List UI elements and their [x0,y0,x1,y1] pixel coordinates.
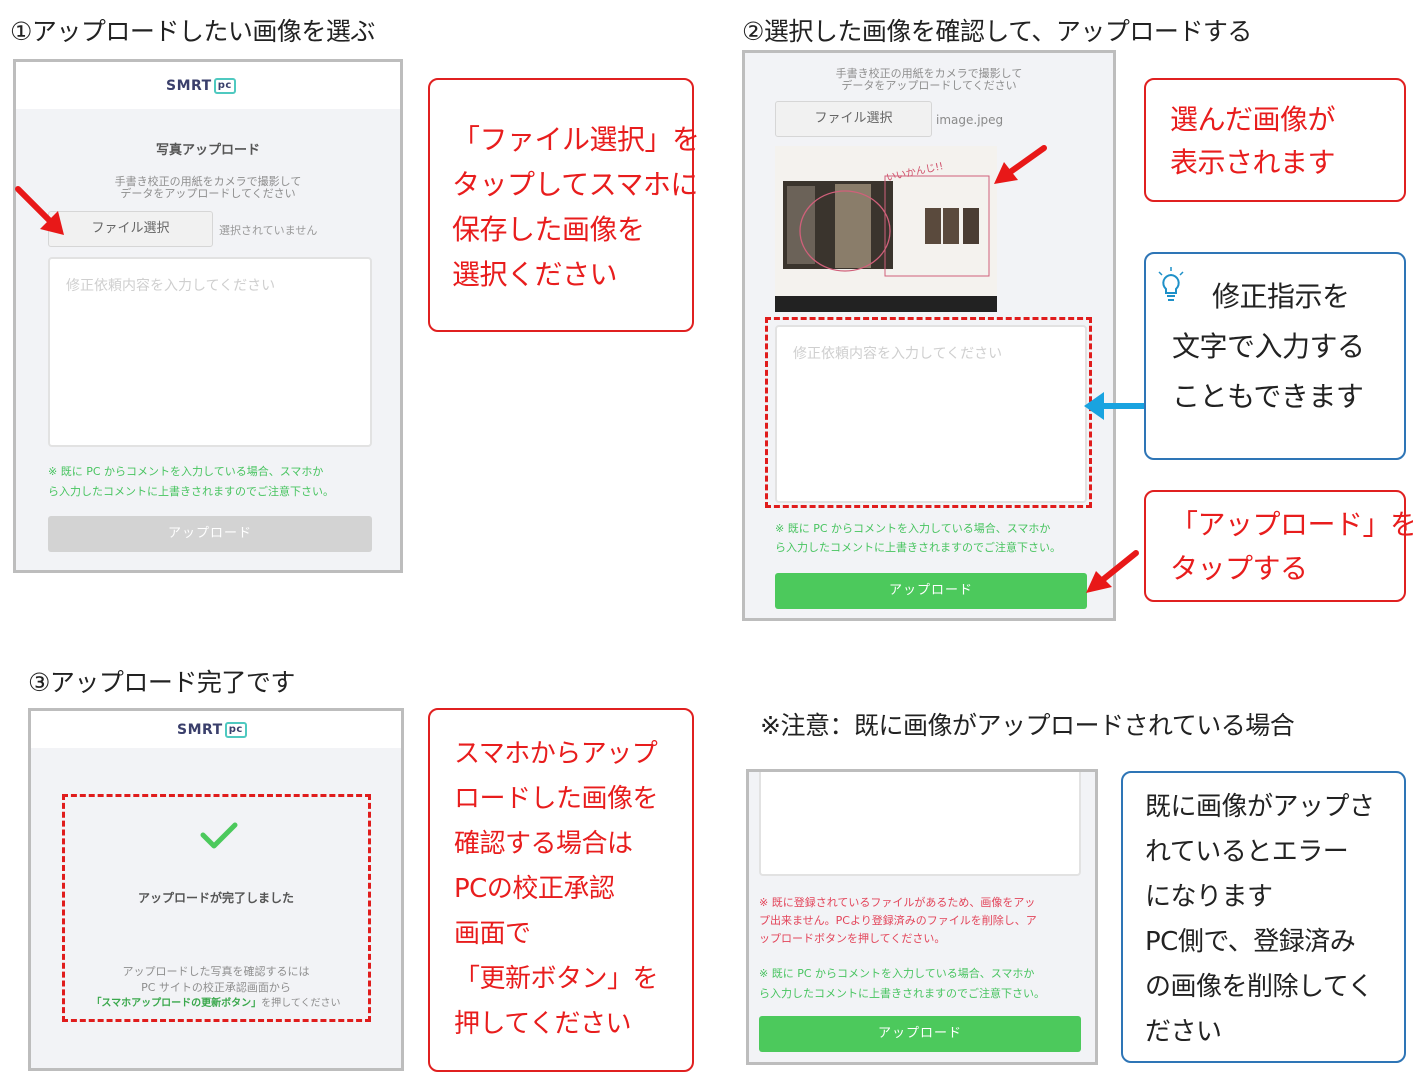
callout-line: こともできます [1172,380,1364,413]
smrt-logo: SMRT pc [177,722,247,738]
step1-screen: SMRT pc 写真アップロード 手書き校正の用紙をカメラで撮影して データをアッ… [13,59,403,573]
callout-line: 画面で [454,919,531,949]
callout-line: 「更新ボタン」を [454,964,659,994]
upload-button-disabled[interactable]: アップロード [48,516,372,552]
error-line1: ※ 既に登録されているファイルがあるため、画像をアッ [759,896,1036,909]
file-status: 選択されていません [219,224,318,237]
warning-title: ※注意：既に画像がアップロードされている場合 [760,711,1295,740]
callout-line: 「ファイル選択」を [452,123,700,156]
callout-line: タップしてスマホに [452,168,698,201]
warning-screen: ※ 既に登録されているファイルがあるため、画像をアッ プ出来ません。PCより登録… [746,769,1098,1065]
photo-image: いいかんじ!! [775,146,997,312]
callout-tap-upload: 「アップロード」を タップする [1144,490,1413,602]
highlight-textarea [765,317,1092,508]
smrt-logo: SMRT pc [166,78,236,94]
callout-line: スマホからアップ [454,739,658,769]
instruction-line2: データをアップロードしてください [120,187,296,200]
callout-line: になります [1145,882,1273,912]
callout-step3: スマホからアップ ロードした画像を 確認する場合は PCの校正承認 画面で 「更… [428,708,694,1072]
callout-line: の画像を削除してく [1145,972,1373,1002]
note-line1: ※ 既に PC からコメントを入力している場合、スマホか [48,465,324,478]
blue-arrow-icon [1084,392,1149,420]
callout-line: 保存した画像を [452,213,645,246]
step3-title: ③アップロード完了です [28,668,295,697]
callout-selected-image: 選んだ画像が 表示されます [1144,78,1406,202]
callout-line: 確認する場合は [454,829,633,859]
note-line1: ※ 既に PC からコメントを入力している場合、スマホか [775,522,1051,535]
comment-textarea[interactable]: 修正依頼内容を入力してください [48,257,372,447]
instruction-line2: データをアップロードしてください [841,79,1017,92]
header: SMRT pc [16,62,400,109]
file-select-button[interactable]: ファイル選択 [48,211,213,247]
lightbulb-icon [1158,267,1184,301]
step2-title: ②選択した画像を確認して、アップロードする [742,17,1252,46]
red-arrow-icon [1086,550,1139,593]
callout-step1: 「ファイル選択」を タップしてスマホに 保存した画像を 選択ください [428,78,700,332]
upload-button[interactable]: アップロード [775,573,1087,609]
callout-line: PCの校正承認 [454,874,615,904]
highlight-complete [62,794,371,1022]
callout-line: れているとエラー [1145,837,1349,867]
callout-line: 選択ください [452,258,618,291]
photo-preview: いいかんじ!! [775,146,997,312]
callout-line: 押してください [454,1009,631,1039]
note-line1: ※ 既に PC からコメントを入力している場合、スマホか [759,967,1035,980]
note-line2: ら入力したコメントに上書きされますのでご注意下さい。 [775,541,1061,554]
upload-button[interactable]: アップロード [759,1016,1081,1052]
red-arrow-icon [15,186,64,235]
callout-line: 既に画像がアップさ [1145,792,1375,822]
note-line2: ら入力したコメントに上書きされますのでご注意下さい。 [48,485,334,498]
note-line2: ら入力したコメントに上書きされますのでご注意下さい。 [759,987,1045,1000]
red-arrow-icon [994,145,1047,184]
callout-line: ロードした画像を [454,784,659,814]
callout-line: 修正指示を [1212,280,1350,313]
callout-line: 「アップロード」を [1170,508,1413,541]
file-name: image.jpeg [936,113,1004,127]
callout-line: タップする [1170,552,1308,585]
callout-warning: 既に画像がアップさ れているとエラー になります PC側で、登録済み の画像を削… [1121,771,1406,1063]
callout-line: 表示されます [1170,146,1336,179]
error-line2: プ出来ません。PCより登録済みのファイルを削除し、ア [759,914,1037,927]
comment-textarea[interactable] [759,772,1081,876]
callout-line: 文字で入力する [1172,330,1365,363]
callout-line: 選んだ画像が [1170,103,1336,136]
header: SMRT pc [31,711,401,748]
step1-title: ①アップロードしたい画像を選ぶ [10,17,375,46]
file-select-button[interactable]: ファイル選択 [775,101,932,137]
callout-line: ださい [1145,1017,1222,1047]
error-line3: ップロードボタンを押してください。 [759,932,946,945]
callout-tip: 修正指示を 文字で入力する こともできます [1144,252,1406,460]
callout-line: PC側で、登録済み [1145,927,1356,957]
page-heading: 写真アップロード [155,143,260,158]
